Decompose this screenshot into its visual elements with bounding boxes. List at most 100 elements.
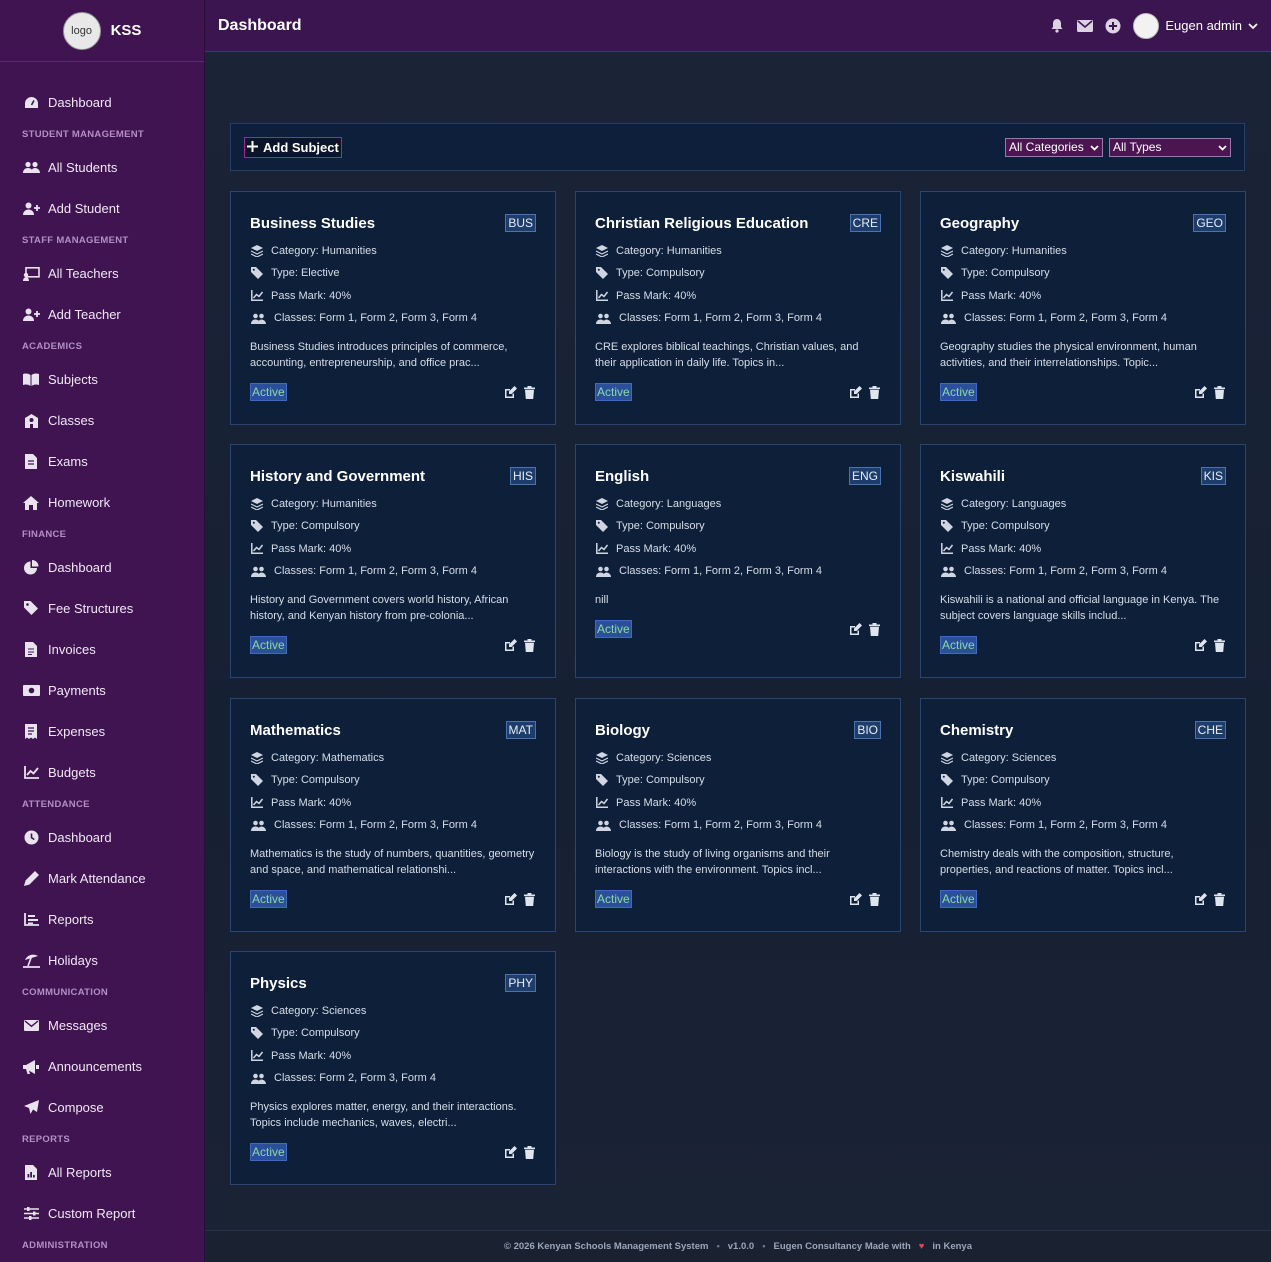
sidebar-item-custom-report[interactable]: Custom Report [0, 1193, 204, 1234]
status-badge: Active [595, 383, 632, 402]
sidebar-item-messages[interactable]: Messages [0, 1005, 204, 1046]
sidebar-item-all-teachers[interactable]: All Teachers [0, 253, 204, 294]
brand[interactable]: logo KSS [0, 0, 204, 62]
category-filter-select[interactable]: All Categories [1005, 137, 1103, 157]
edit-icon[interactable] [849, 385, 862, 399]
sidebar-item-label: Homework [48, 495, 111, 510]
paper-plane-icon [22, 1100, 40, 1116]
card-actions [849, 892, 881, 906]
chart-line-icon [595, 290, 609, 302]
type-filter-select[interactable]: All Types [1109, 137, 1231, 157]
sidebar-item-label: Dashboard [48, 830, 112, 845]
sidebar-item-classes[interactable]: Classes [0, 400, 204, 441]
user-plus-icon [22, 201, 40, 217]
layers-icon [595, 752, 609, 765]
edit-icon[interactable] [504, 1145, 517, 1159]
status-badge: Active [250, 1143, 287, 1162]
card-header: History and Government HIS [250, 465, 536, 487]
classes-label: Classes: [274, 819, 317, 832]
sidebar-item-label: Add Teacher [48, 307, 121, 322]
subject-code-badge: MAT [505, 721, 536, 739]
pass-mark-row: Pass Mark: 40% [940, 285, 1226, 307]
type-row: Type: Compulsory [595, 262, 881, 284]
classes-label: Classes: [274, 565, 317, 578]
sidebar-item-homework[interactable]: Homework [0, 482, 204, 523]
sidebar-item-all-reports[interactable]: All Reports [0, 1152, 204, 1193]
sidebar-item-invoices[interactable]: Invoices [0, 629, 204, 670]
sidebar-item-dashboard[interactable]: Dashboard [0, 547, 204, 588]
sidebar-item-add-student[interactable]: Add Student [0, 188, 204, 229]
sidebar-item-announcements[interactable]: Announcements [0, 1046, 204, 1087]
add-subject-button[interactable]: Add Subject [244, 136, 342, 158]
card-actions [1194, 892, 1226, 906]
gauge-icon [22, 95, 40, 111]
user-plus-icon [22, 307, 40, 323]
separator-dot: • [762, 1241, 766, 1252]
subject-code-badge: ENG [848, 467, 881, 485]
file-icon [22, 454, 40, 470]
tag-icon [595, 520, 609, 533]
sidebar-item-compose[interactable]: Compose [0, 1087, 204, 1128]
user-menu[interactable]: Eugen admin [1133, 12, 1258, 39]
trash-icon[interactable] [1213, 385, 1226, 399]
trash-icon[interactable] [523, 638, 536, 652]
category-label: Category: [616, 245, 664, 258]
sidebar-section-staff-management: STAFF MANAGEMENT [22, 235, 129, 246]
sidebar-item-payments[interactable]: Payments [0, 670, 204, 711]
users-icon [940, 313, 956, 324]
trash-icon[interactable] [523, 385, 536, 399]
trash-icon[interactable] [523, 1145, 536, 1159]
edit-icon[interactable] [849, 892, 862, 906]
card-actions [1194, 638, 1226, 652]
sidebar-item-reports[interactable]: Reports [0, 899, 204, 940]
trash-icon[interactable] [1213, 638, 1226, 652]
plus-circle-icon[interactable] [1105, 18, 1121, 34]
subject-description: Physics explores matter, energy, and the… [250, 1101, 517, 1130]
trash-icon[interactable] [1213, 892, 1226, 906]
trash-icon[interactable] [868, 892, 881, 906]
sidebar-item-expenses[interactable]: Expenses [0, 711, 204, 752]
file-chart-icon [22, 1165, 40, 1181]
pass-mark-label: Pass Mark: [271, 1049, 327, 1062]
chart-line-icon [940, 797, 954, 809]
line-chart-icon [22, 765, 40, 781]
category-value: Humanities [1011, 245, 1067, 258]
sidebar-item-add-teacher[interactable]: Add Teacher [0, 294, 204, 335]
type-label: Type: [961, 774, 988, 787]
pass-mark-value: 40% [674, 796, 697, 809]
sidebar-item-budgets[interactable]: Budgets [0, 752, 204, 793]
subject-description: Mathematics is the study of numbers, qua… [250, 848, 535, 877]
edit-icon[interactable] [504, 638, 517, 652]
trash-icon[interactable] [523, 892, 536, 906]
edit-icon[interactable] [1194, 638, 1207, 652]
layers-icon [250, 245, 264, 258]
chart-line-icon [595, 543, 609, 555]
sidebar-item-fee-structures[interactable]: Fee Structures [0, 588, 204, 629]
sidebar-item-label: Exams [48, 454, 88, 469]
classes-row: Classes: Form 1, Form 2, Form 3, Form 4 [250, 814, 536, 836]
sidebar-item-dashboard[interactable]: Dashboard [0, 82, 204, 123]
edit-icon[interactable] [1194, 892, 1207, 906]
sidebar-section-finance: FINANCE [22, 529, 67, 540]
sidebar-item-mark-attendance[interactable]: Mark Attendance [0, 858, 204, 899]
pass-mark-label: Pass Mark: [616, 289, 672, 302]
sidebar-item-holidays[interactable]: Holidays [0, 940, 204, 981]
classes-label: Classes: [619, 819, 662, 832]
classes-label: Classes: [964, 312, 1007, 325]
sidebar-item-subjects[interactable]: Subjects [0, 359, 204, 400]
envelope-icon[interactable] [1077, 18, 1094, 34]
sidebar-item-dashboard[interactable]: Dashboard [0, 817, 204, 858]
edit-icon[interactable] [504, 385, 517, 399]
sidebar-item-exams[interactable]: Exams [0, 441, 204, 482]
trash-icon[interactable] [868, 385, 881, 399]
edit-icon[interactable] [1194, 385, 1207, 399]
sidebar-item-all-students[interactable]: All Students [0, 147, 204, 188]
classes-label: Classes: [619, 312, 662, 325]
pass-mark-label: Pass Mark: [271, 542, 327, 555]
edit-icon[interactable] [849, 622, 862, 636]
card-footer: Active [940, 383, 1226, 402]
bell-icon[interactable] [1049, 18, 1065, 34]
tag-icon [940, 520, 954, 533]
trash-icon[interactable] [868, 622, 881, 636]
edit-icon[interactable] [504, 892, 517, 906]
